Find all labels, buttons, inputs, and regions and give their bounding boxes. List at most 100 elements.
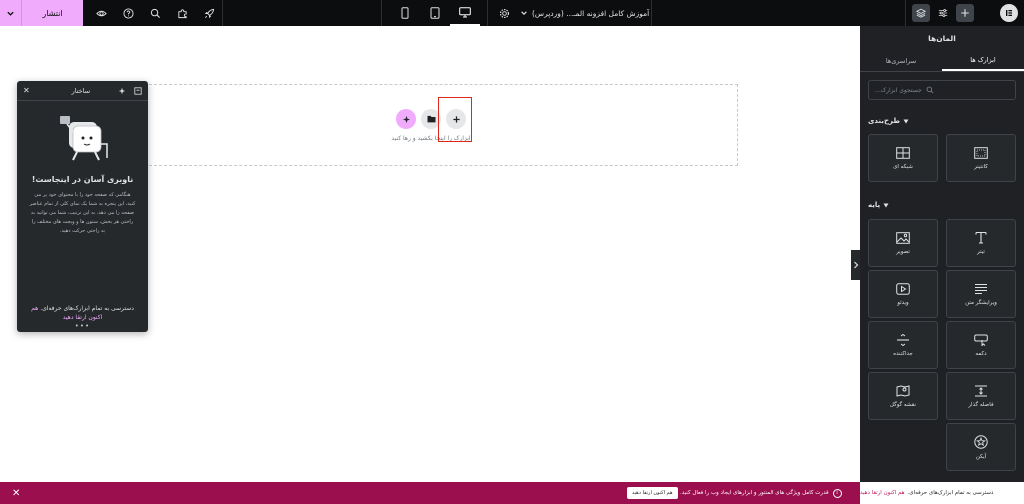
help-icon[interactable] [115, 0, 142, 26]
promo-text: دسترسی به تمام ابزارک‌های حرفه‌ای. [40, 305, 134, 312]
structure-header: ✕ ساختار [17, 81, 148, 101]
plus-icon[interactable] [956, 4, 974, 22]
widget-image[interactable]: تصویر [868, 219, 938, 267]
puzzle-icon[interactable] [169, 0, 196, 26]
toolbar-right-icons [912, 0, 974, 26]
top-bar: انتشار آموزش کامل افزونه المـ... (وردپرس… [0, 0, 1024, 26]
highlight-box [438, 97, 472, 142]
structure-promo: دسترسی به تمام ابزارک‌های حرفه‌ای. هم اک… [25, 305, 140, 322]
divider-icon [897, 333, 909, 346]
widget-label: تیتر [977, 249, 985, 255]
widget-video[interactable]: ویدئو [868, 270, 938, 318]
sparkle-icon[interactable] [118, 87, 126, 95]
widget-label: کانتینر [974, 163, 988, 170]
widget-button[interactable]: دکمه [946, 321, 1016, 369]
upgrade-banner: ✕ هم اکنون ارتقا دهید i قدرت کامل ویژگی … [0, 482, 1024, 504]
spacer-icon [975, 385, 987, 396]
button-icon [974, 334, 988, 346]
search-placeholder: جستجوی ابزارک... [875, 86, 922, 94]
publish-button-group[interactable]: انتشار [0, 0, 83, 26]
widget-label: ویدئو [897, 299, 909, 306]
star-icon [974, 434, 988, 449]
widget-label: نقشه گوگل [889, 401, 917, 408]
section-basic-label: پایه [868, 201, 881, 209]
tablet-icon[interactable] [420, 0, 450, 26]
section-layout-label: طرح‌بندی [868, 117, 900, 125]
toolbar-divider [222, 0, 223, 26]
mobile-icon[interactable] [390, 0, 420, 26]
empty-slot [868, 423, 938, 471]
search-icon [926, 86, 934, 94]
chevron-down-icon[interactable] [520, 9, 528, 17]
layout-widgets-grid: شبکه ای کانتینر [868, 134, 1016, 182]
image-icon [896, 231, 910, 244]
widget-label: جداکننده [893, 350, 913, 357]
widget-label: تصویر [896, 248, 910, 255]
upgrade-message: i قدرت کامل ویژگی های المنتور و ابزارهای… [680, 482, 842, 504]
structure-heading: ناوبری آسان در اینجاست! [31, 175, 134, 184]
ai-sparkle-button[interactable] [396, 109, 416, 129]
upgrade-message-text: قدرت کامل ویژگی های المنتور و ابزارهای ا… [680, 490, 829, 496]
widget-label: فاصله گذار [968, 401, 994, 408]
structure-panel: ✕ ساختار ناوبری آسان در اینجاست! هنگامی … [17, 81, 148, 332]
heading-icon [975, 231, 987, 244]
toolbar-left-icons [88, 0, 223, 26]
editor-canvas: ابزارک را اینجا بکشید و رها کنید ✕ ساختا… [0, 26, 860, 482]
gear-icon[interactable] [494, 0, 514, 26]
panel-toggle-icon[interactable] [134, 86, 142, 95]
caret-down-icon [883, 203, 889, 208]
widget-google-map[interactable]: نقشه گوگل [868, 372, 938, 420]
resize-handle[interactable]: ••• [17, 322, 148, 330]
toolbar-divider [487, 0, 488, 26]
sliders-icon[interactable] [934, 4, 952, 22]
panel-upgrade-text: دسترسی به تمام ابزارک‌های حرفه‌ای. [907, 490, 994, 496]
tab-widgets[interactable]: ابزارک ها [942, 50, 1024, 71]
close-icon[interactable]: ✕ [23, 86, 30, 95]
upgrade-now-button[interactable]: هم اکنون ارتقا دهید [627, 487, 678, 499]
device-switcher [390, 0, 480, 26]
desktop-icon[interactable] [450, 0, 480, 26]
widget-icon[interactable]: آیکن [946, 423, 1016, 471]
elementor-logo[interactable] [1000, 4, 1018, 22]
widget-grid[interactable]: شبکه ای [868, 134, 938, 182]
widget-spacer[interactable]: فاصله گذار [946, 372, 1016, 420]
panel-upgrade-footer: دسترسی به تمام ابزارک‌های حرفه‌ای. هم اک… [860, 482, 1024, 504]
dropzone-hint: ابزارک را اینجا بکشید و رها کنید [391, 135, 471, 142]
text-editor-icon [975, 283, 987, 294]
basic-widgets-grid: تصویر تیتر ویدئو ویرایشگر متن جداکننده د… [868, 219, 1016, 471]
structure-title: ساختار [71, 86, 91, 95]
structure-description: هنگامی که صفحه خود را با محتوای خود پر م… [29, 192, 136, 234]
widget-label: دکمه [975, 350, 987, 357]
section-layout[interactable]: طرح‌بندی [868, 114, 1016, 128]
caret-down-icon [903, 119, 909, 124]
chevron-down-icon[interactable] [0, 0, 22, 26]
section-basic[interactable]: پایه [868, 198, 1016, 212]
panel-tabs: سراسری‌ها ابزارک ها [860, 50, 1024, 72]
eye-icon[interactable] [88, 0, 115, 26]
close-icon[interactable]: ✕ [12, 482, 20, 504]
search-icon[interactable] [142, 0, 169, 26]
publish-button[interactable]: انتشار [22, 9, 83, 18]
toolbar-divider [381, 0, 382, 26]
widget-label: آیکن [975, 453, 987, 460]
widget-heading[interactable]: تیتر [946, 219, 1016, 267]
widget-container[interactable]: کانتینر [946, 134, 1016, 182]
panel-collapse-toggle[interactable] [851, 250, 860, 280]
document-title[interactable]: آموزش کامل افزونه المـ... (وردپرس) [520, 0, 649, 26]
rocket-icon[interactable] [196, 0, 223, 26]
video-icon [896, 282, 910, 295]
tab-globals[interactable]: سراسری‌ها [860, 50, 942, 71]
section-dropzone[interactable]: ابزارک را اینجا بکشید و رها کنید [124, 84, 738, 166]
elements-panel: المان‌ها سراسری‌ها ابزارک ها جستجوی ابزا… [860, 26, 1024, 482]
widget-search-input[interactable]: جستجوی ابزارک... [868, 80, 1016, 100]
toolbar-divider [651, 0, 652, 26]
widget-text-editor[interactable]: ویرایشگر متن [946, 270, 1016, 318]
layers-icon[interactable] [912, 4, 930, 22]
panel-upgrade-link[interactable]: هم اکنون ارتقا دهید [860, 490, 905, 496]
widget-label: شبکه ای [893, 163, 913, 170]
map-icon [896, 384, 910, 397]
widget-divider[interactable]: جداکننده [868, 321, 938, 369]
toolbar-divider [905, 0, 906, 26]
grid-icon [896, 146, 910, 159]
document-title-text: آموزش کامل افزونه المـ... (وردپرس) [532, 8, 650, 18]
